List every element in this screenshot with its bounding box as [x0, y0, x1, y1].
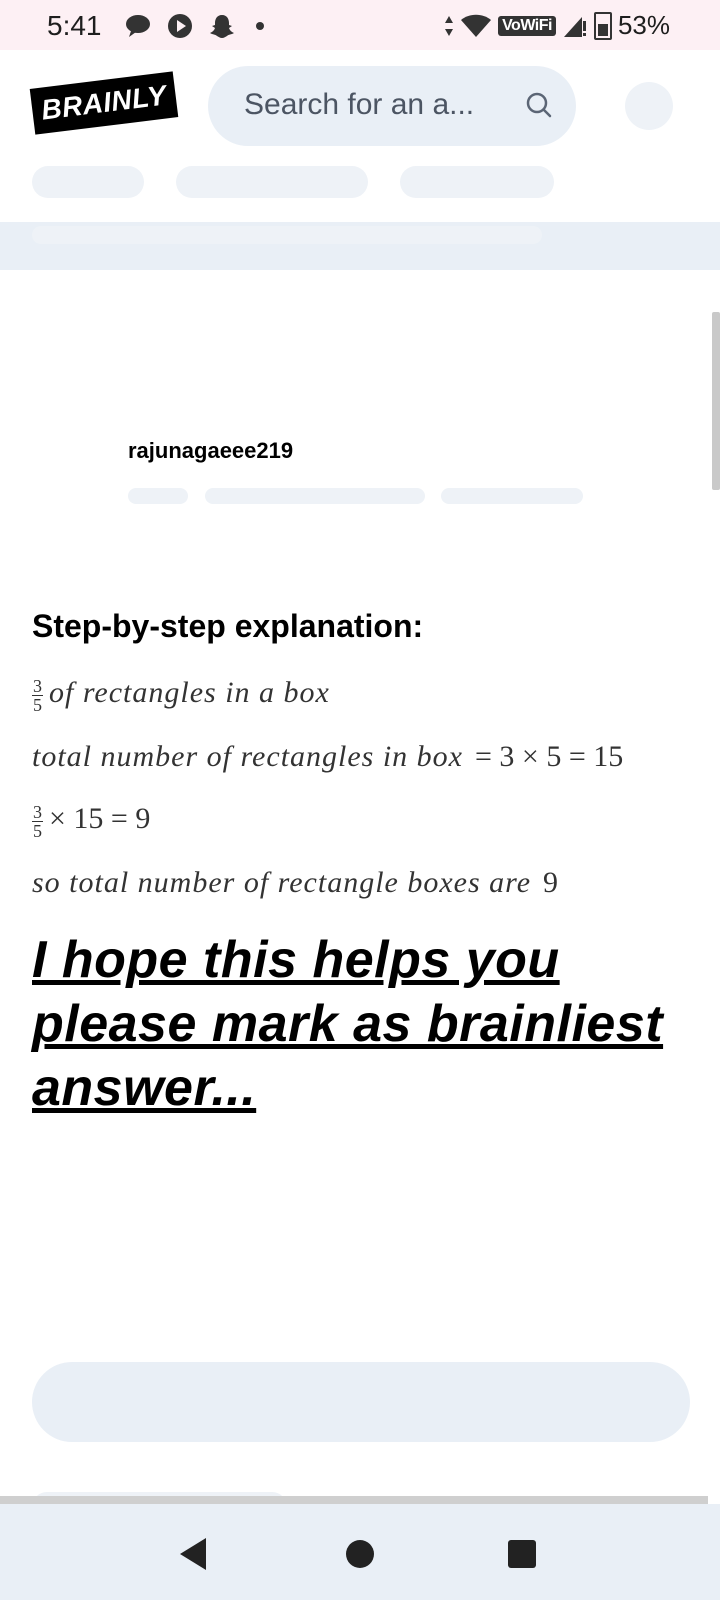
avatar-placeholder[interactable]	[625, 82, 673, 130]
signal-icon	[563, 16, 586, 37]
math-line-4: so total number of rectangle boxes are 9	[32, 866, 558, 900]
system-nav-bar	[0, 1504, 720, 1600]
notification-icons	[124, 12, 264, 40]
math-text: total number of rectangles in box	[32, 740, 463, 773]
battery-icon	[593, 11, 612, 40]
back-icon[interactable]	[178, 1536, 208, 1572]
search-input[interactable]: Search for an a...	[244, 88, 474, 122]
status-bar: 5:41 VoWiFi 53%	[0, 0, 720, 50]
battery-percent: 53%	[617, 10, 670, 40]
explanation-heading: Step-by-step explanation:	[32, 608, 424, 644]
divider	[0, 1496, 708, 1504]
search-icon[interactable]	[524, 90, 554, 120]
skeleton-pill	[400, 166, 554, 198]
answer-author[interactable]: rajunagaeee219	[128, 438, 293, 464]
skeleton-bar	[32, 226, 542, 244]
play-icon	[166, 12, 194, 40]
fraction: 35	[32, 801, 43, 841]
math-text: of rectangles in a box	[49, 676, 330, 709]
wifi-icon	[461, 14, 492, 37]
search-bar[interactable]: Search for an a...	[208, 66, 576, 146]
dot-icon	[256, 22, 264, 30]
math-text: so total number of rectangle boxes are	[32, 866, 532, 899]
math-expression: × 15 = 9	[49, 802, 151, 835]
skeleton-pill	[205, 488, 425, 504]
home-icon[interactable]	[346, 1540, 374, 1568]
scrollbar[interactable]	[712, 312, 720, 490]
math-line-2: total number of rectangles in box = 3 × 5…	[32, 740, 623, 774]
closing-message: I hope this helps you please mark as bra…	[32, 931, 664, 1117]
fraction: 35	[32, 675, 43, 715]
chat-icon	[124, 12, 152, 40]
skeleton-pill	[128, 488, 188, 504]
recents-icon[interactable]	[508, 1540, 536, 1568]
math-line-3: 3 5 × 15 = 9	[32, 802, 150, 840]
math-value: 9	[543, 866, 559, 899]
system-indicators: VoWiFi 53%	[444, 10, 670, 41]
status-time: 5:41	[47, 10, 102, 41]
skeleton-pill	[176, 166, 368, 198]
vowifi-badge: VoWiFi	[498, 15, 556, 36]
math-expression: = 3 × 5 = 15	[475, 740, 624, 773]
data-arrows-icon	[445, 15, 454, 36]
skeleton-pill	[32, 166, 144, 198]
skeleton-pill	[441, 488, 583, 504]
snapchat-icon	[208, 12, 236, 40]
math-line-1: 3 5 of rectangles in a box	[32, 676, 330, 714]
skeleton-button	[32, 1362, 690, 1442]
